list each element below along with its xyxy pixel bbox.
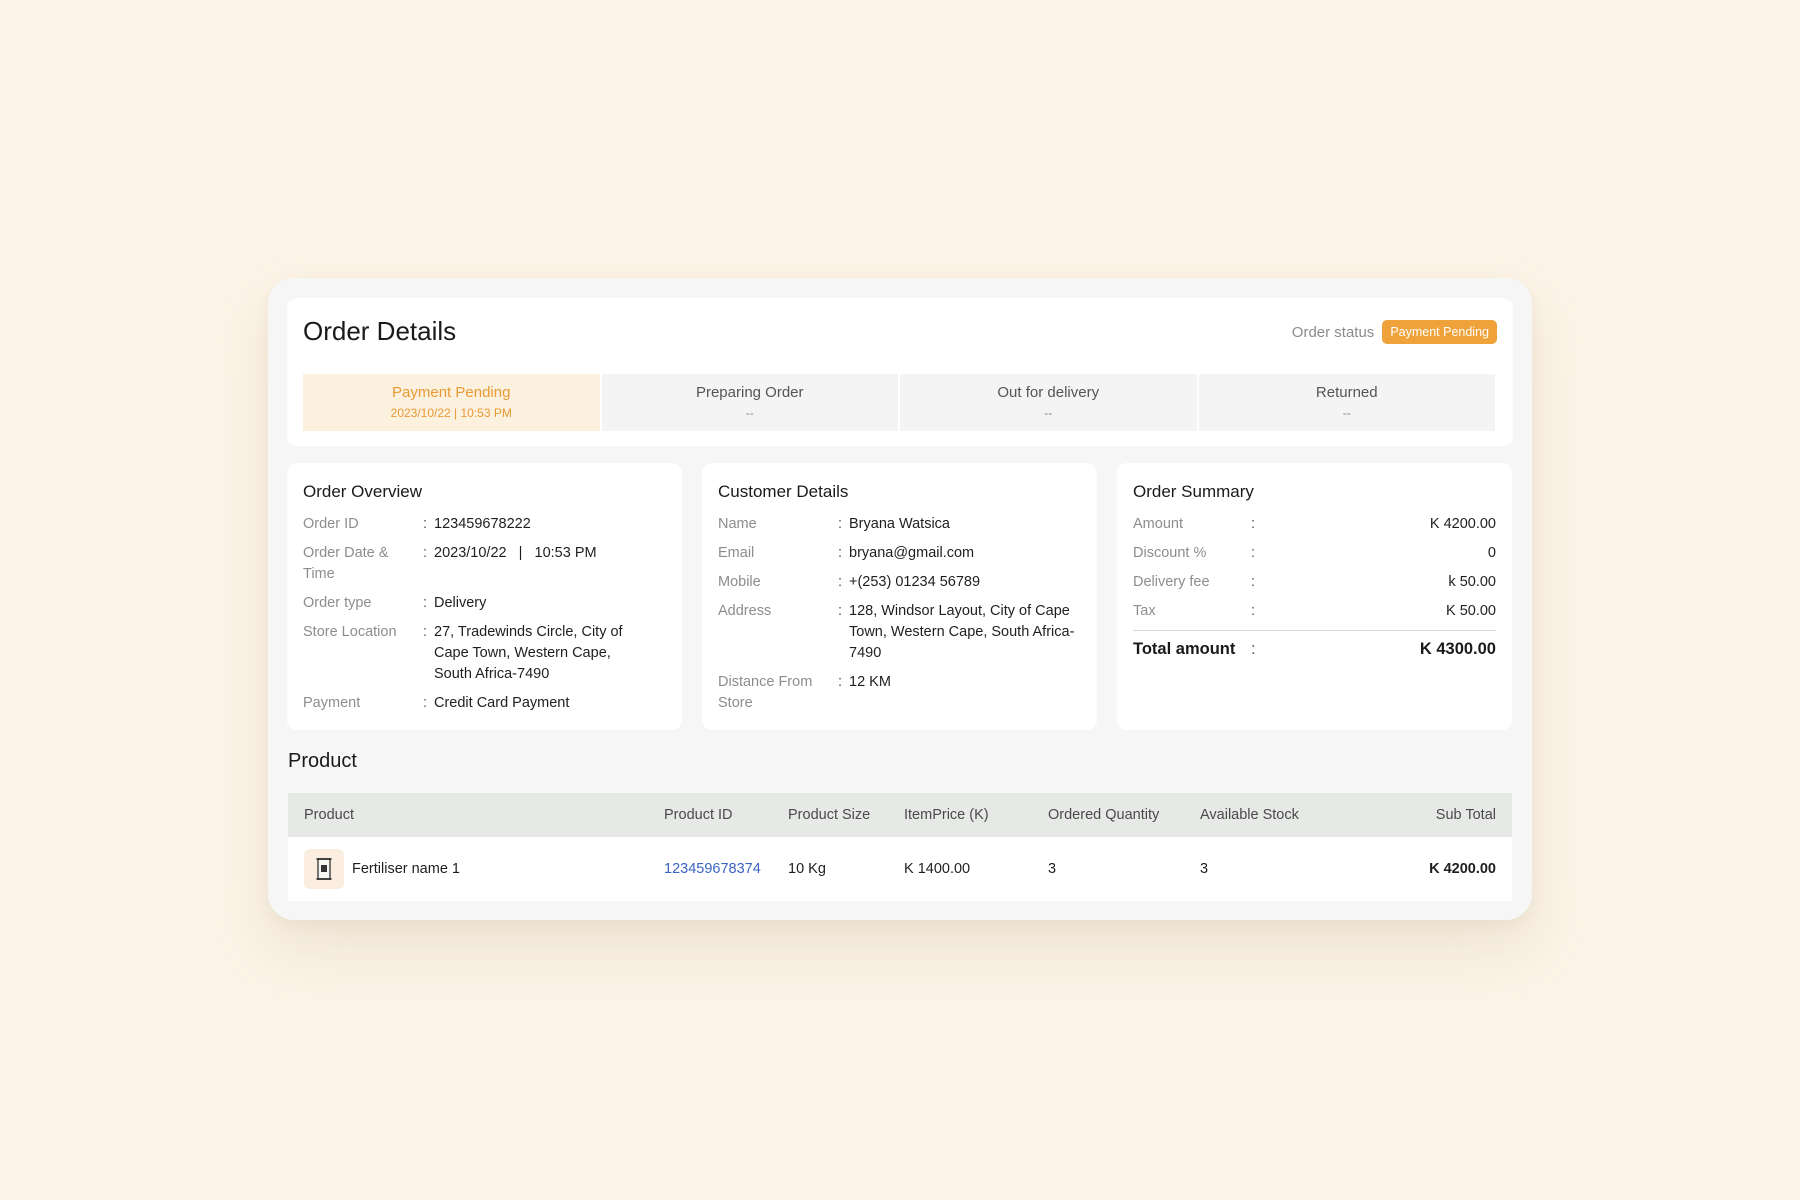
field-label: Order Date & Time	[303, 545, 389, 582]
card-title: Customer Details	[718, 482, 849, 501]
field-label: Delivery fee	[1133, 574, 1210, 590]
table-header: Product Product ID Product Size ItemPric…	[288, 793, 1512, 837]
tax-row: Tax : K 50.00	[1133, 601, 1496, 622]
order-type-row: Order type : Delivery	[303, 593, 666, 614]
column-header-product-id: Product ID	[664, 807, 733, 823]
ordered-quantity-cell: 3	[1048, 861, 1057, 877]
table-row[interactable]: Fertiliser name 1 123459678374 10 Kg K 1…	[288, 837, 1512, 901]
order-header-card: Order Details Order status Payment Pendi…	[287, 298, 1513, 446]
step-preparing-order[interactable]: Preparing Order --	[601, 374, 898, 431]
customer-mobile-value: +(253) 01234 56789	[849, 574, 981, 590]
order-date-row: Order Date & Time : 2023/10/22 | 10:53 P…	[303, 543, 666, 585]
fertiliser-bag-icon	[304, 849, 344, 889]
order-overview-card: Order Overview Order ID : 123459678222 O…	[287, 463, 682, 730]
field-label: Distance From Store	[718, 674, 813, 711]
column-header-product-size: Product Size	[788, 807, 871, 823]
field-label: Discount %	[1133, 545, 1207, 561]
delivery-fee-row: Delivery fee : k 50.00	[1133, 572, 1496, 593]
step-timestamp: --	[745, 406, 754, 420]
column-header-product: Product	[304, 807, 354, 823]
customer-address-value: 128, Windsor Layout, City of Cape Town, …	[849, 603, 1075, 661]
discount-value: 0	[1487, 545, 1496, 561]
available-stock-cell: 3	[1200, 861, 1209, 877]
field-label: Store Location	[303, 624, 397, 640]
page-title: Order Details	[303, 316, 457, 346]
product-id-link[interactable]: 123459678374	[664, 861, 761, 877]
customer-mobile-row: Mobile : +(253) 01234 56789	[718, 572, 1081, 593]
column-header-sub-total: Sub Total	[1435, 807, 1496, 823]
status-badge: Payment Pending	[1382, 320, 1497, 344]
product-size-cell: 10 Kg	[788, 861, 826, 877]
distance-value: 12 KM	[849, 674, 891, 690]
field-label: Payment	[303, 695, 361, 711]
order-summary-card: Order Summary Amount : K 4200.00 Discoun…	[1117, 463, 1512, 730]
tax-value: K 50.00	[1446, 603, 1496, 619]
step-timestamp: --	[1342, 406, 1351, 420]
total-row: Total amount : K 4300.00	[1133, 640, 1496, 658]
card-title: Order Overview	[303, 482, 423, 501]
field-label: Email	[718, 545, 755, 561]
order-status-label: Order status	[1291, 323, 1375, 341]
product-name: Fertiliser name 1	[352, 861, 460, 877]
order-progress-steps: Payment Pending 2023/10/22 | 10:53 PM Pr…	[303, 374, 1495, 431]
summary-divider	[1133, 630, 1496, 631]
step-payment-pending[interactable]: Payment Pending 2023/10/22 | 10:53 PM	[303, 374, 600, 431]
customer-email-row: Email : bryana@gmail.com	[718, 543, 1081, 564]
step-timestamp: --	[1044, 406, 1053, 420]
order-type-value: Delivery	[434, 595, 487, 611]
order-status: Order status Payment Pending	[1292, 320, 1497, 344]
column-header-item-price: ItemPrice (K)	[904, 807, 989, 823]
column-header-available-stock: Available Stock	[1200, 807, 1299, 823]
product-id-cell: 123459678374	[664, 861, 788, 877]
sub-total-cell: K 4200.00	[1429, 861, 1496, 877]
amount-value: K 4200.00	[1429, 516, 1496, 532]
field-label: Amount	[1133, 516, 1183, 532]
item-price-cell: K 1400.00	[904, 861, 971, 877]
order-details-panel: Order Details Order status Payment Pendi…	[268, 278, 1532, 920]
column-header-ordered-quantity: Ordered Quantity	[1048, 807, 1160, 823]
product-cell: Fertiliser name 1	[288, 849, 664, 889]
product-section-title: Product	[288, 750, 357, 772]
step-title: Preparing Order	[695, 384, 804, 401]
product-table: Product Product ID Product Size ItemPric…	[288, 793, 1512, 901]
field-label: Order ID	[303, 516, 359, 532]
distance-row: Distance From Store : 12 KM	[718, 672, 1081, 714]
payment-row: Payment : Credit Card Payment	[303, 693, 666, 714]
card-title: Order Summary	[1133, 482, 1254, 501]
amount-row: Amount : K 4200.00	[1133, 514, 1496, 535]
store-location-value: 27, Tradewinds Circle, City of Cape Town…	[434, 624, 623, 682]
step-title: Returned	[1315, 384, 1378, 401]
field-label: Name	[718, 516, 757, 532]
customer-name-value: Bryana Watsica	[849, 516, 950, 532]
payment-value: Credit Card Payment	[434, 695, 570, 711]
total-value: K 4300.00	[1419, 640, 1496, 658]
step-out-for-delivery[interactable]: Out for delivery --	[900, 374, 1197, 431]
store-location-row: Store Location : 27, Tradewinds Circle, …	[303, 622, 666, 685]
customer-details-card: Customer Details Name : Bryana Watsica E…	[702, 463, 1097, 730]
field-label: Mobile	[718, 574, 761, 590]
delivery-fee-value: k 50.00	[1448, 574, 1496, 590]
order-id-row: Order ID : 123459678222	[303, 514, 666, 535]
discount-row: Discount % : 0	[1133, 543, 1496, 564]
field-label: Address	[718, 603, 772, 619]
customer-address-row: Address : 128, Windsor Layout, City of C…	[718, 601, 1081, 664]
step-timestamp: 2023/10/22 | 10:53 PM	[390, 406, 512, 420]
field-label: Order type	[303, 595, 372, 611]
step-returned[interactable]: Returned --	[1198, 374, 1495, 431]
order-id-link[interactable]: 123459678222	[434, 514, 531, 535]
customer-email-value: bryana@gmail.com	[849, 545, 975, 561]
customer-name-row: Name : Bryana Watsica	[718, 514, 1081, 535]
total-label: Total amount	[1133, 640, 1236, 658]
field-label: Tax	[1133, 603, 1156, 619]
step-title: Payment Pending	[392, 384, 511, 401]
order-date-value: 2023/10/22 | 10:53 PM	[434, 545, 597, 561]
step-title: Out for delivery	[997, 384, 1100, 401]
